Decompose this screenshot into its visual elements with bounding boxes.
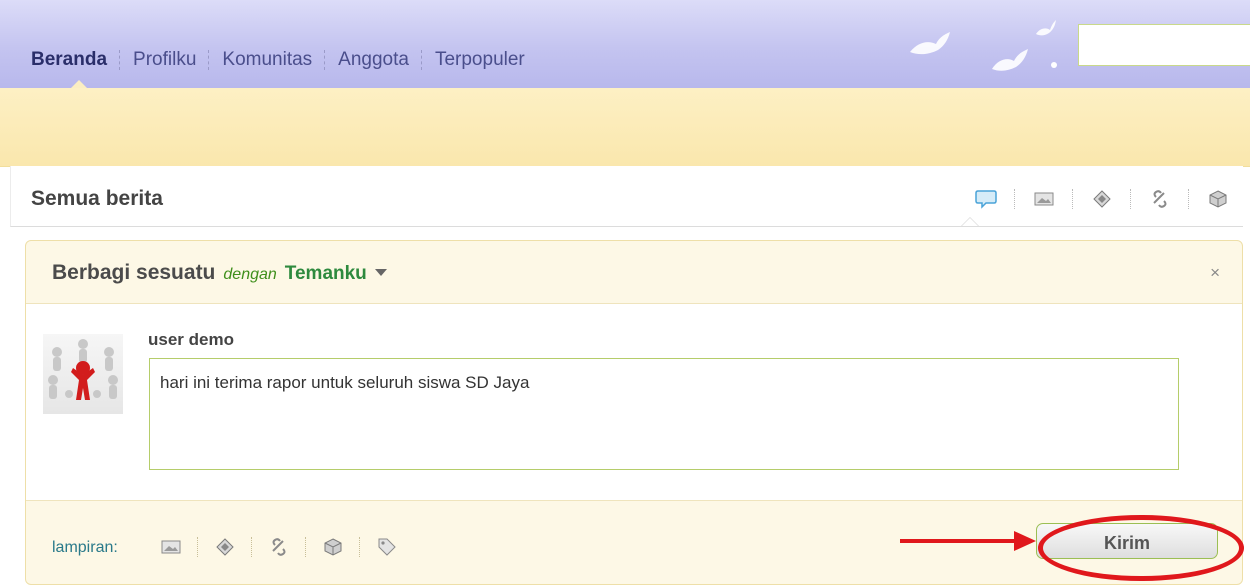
sparkle-decoration-icon [1051,62,1057,68]
nav-divider [420,50,423,70]
photo-icon[interactable] [160,536,182,558]
news-header: Semua berita [10,166,1243,227]
nav-divider [324,50,326,70]
tag-icon[interactable] [376,536,398,558]
username: user demo [148,330,234,349]
nav-item-profilku[interactable]: Profilku [133,49,196,71]
attachment-divider [305,537,307,557]
nav-item-beranda[interactable]: Beranda [31,49,107,71]
bird-decoration-icon [992,49,1028,71]
bird-decoration-icon [910,32,950,55]
audience-dropdown[interactable]: Temanku [285,263,367,285]
message-input[interactable]: hari ini terima rapor untuk seluruh sisw… [149,358,1179,470]
share-header: Berbagi sesuatu dengan Temanku × [26,241,1242,303]
attachment-icons [160,536,398,558]
nav-item-terpopuler[interactable]: Terpopuler [435,49,525,71]
search-input[interactable] [1078,24,1250,66]
chevron-down-icon[interactable] [374,269,387,276]
close-button[interactable]: × [1210,263,1220,283]
active-filter-pointer [961,217,979,226]
filter-divider [1130,189,1132,209]
filter-divider [1188,189,1190,209]
nav-divider [119,50,121,70]
video-icon[interactable] [214,536,236,558]
submit-button[interactable]: Kirim [1036,523,1218,559]
page-title: Semua berita [31,187,163,210]
link-icon[interactable] [268,536,290,558]
share-footer: lampiran: Kirim [26,503,1242,583]
top-navigation-bar: Beranda Profilku Komunitas Anggota Terpo… [0,0,1250,88]
attachment-divider [359,537,361,557]
news-filter-icons [975,188,1229,210]
share-panel: Berbagi sesuatu dengan Temanku × user de… [25,240,1243,585]
main-nav: Beranda Profilku Komunitas Anggota Terpo… [31,49,525,71]
filter-divider [1072,189,1074,209]
nav-divider [208,50,210,70]
box-icon[interactable] [1207,188,1229,210]
video-icon[interactable] [1091,188,1113,210]
attachment-divider [251,537,253,557]
photo-icon[interactable] [1033,188,1055,210]
share-with-text: dengan [223,266,277,283]
active-nav-pointer [70,80,88,88]
nav-item-anggota[interactable]: Anggota [338,49,409,71]
bird-decoration-icon [1036,20,1056,36]
box-icon[interactable] [322,536,344,558]
people-circle-icon [48,339,118,400]
speech-bubble-icon[interactable] [975,188,997,210]
avatar [43,334,123,414]
share-title-text: Berbagi sesuatu [52,261,216,284]
nav-item-komunitas[interactable]: Komunitas [222,49,312,71]
notification-band [0,88,1250,167]
attachment-label: lampiran: [52,539,118,556]
share-title: Berbagi sesuatu dengan Temanku [52,261,387,285]
compose-area: user demo hari ini terima rapor untuk se… [26,303,1242,501]
attachment-divider [197,537,199,557]
link-icon[interactable] [1149,188,1171,210]
filter-divider [1014,189,1016,209]
